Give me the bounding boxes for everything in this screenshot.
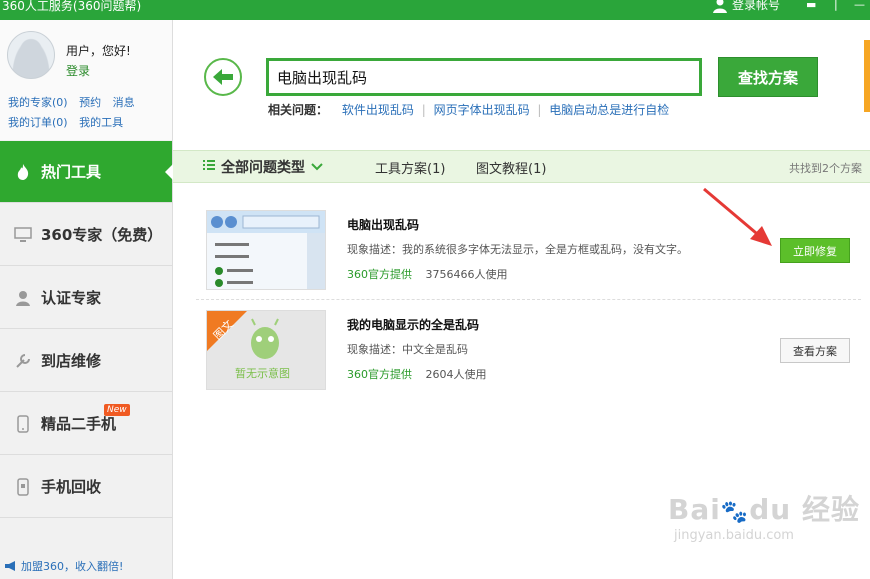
filter-bar: 全部问题类型 工具方案(1) 图文教程(1) 共找到2个方案	[173, 150, 870, 183]
window-title: 360人工服务(360问题帮)	[2, 0, 142, 13]
nav-label: 热门工具	[41, 163, 102, 181]
megaphone-icon	[5, 561, 15, 571]
related-link[interactable]: 网页字体出现乱码	[434, 103, 530, 117]
result-source: 360官方提供	[347, 368, 412, 381]
phone-icon	[14, 414, 32, 433]
result-count: 共找到2个方案	[789, 162, 862, 175]
search-button[interactable]: 查找方案	[718, 57, 818, 97]
nav-secondhand-phone[interactable]: 精品二手机 New	[0, 393, 172, 455]
result-users: 2604人使用	[425, 368, 487, 381]
wrench-icon	[14, 352, 32, 370]
title-bar: 360人工服务(360问题帮) 登录帐号 ▬ | —	[0, 0, 870, 20]
join-text: 加盟360，收入翻倍!	[21, 560, 124, 573]
my-tools-link[interactable]: 我的工具	[79, 116, 123, 129]
login-link[interactable]: 登录	[66, 62, 90, 79]
sidebar: 用户，您好! 登录 我的专家(0) 预约 消息 我的订单(0) 我的工具 热门工…	[0, 20, 173, 579]
nav-store-repair[interactable]: 到店维修	[0, 330, 172, 392]
login-account-label: 登录帐号	[732, 0, 781, 12]
monitor-icon	[14, 226, 32, 244]
messages-link[interactable]: 消息	[113, 96, 135, 109]
arrow-left-icon	[213, 69, 233, 85]
nav-certified-expert[interactable]: 认证专家	[0, 267, 172, 329]
separator-icon: |	[834, 0, 838, 11]
nav-label: 360专家（免费）	[41, 226, 163, 244]
menu-icon[interactable]: ▬	[806, 0, 816, 11]
separator: |	[421, 103, 426, 117]
related-questions: 相关问题： 软件出现乱码 | 网页字体出现乱码 | 电脑启动总是进行自检	[268, 101, 669, 118]
nav-label: 到店维修	[41, 352, 102, 370]
related-link[interactable]: 软件出现乱码	[342, 103, 414, 117]
annotation-arrow-icon	[703, 187, 772, 246]
result-thumbnail	[206, 210, 326, 290]
result-meta: 360官方提供 3756466人使用	[347, 266, 508, 282]
result-title[interactable]: 我的电脑显示的全是乱码	[347, 316, 479, 333]
nav-label: 认证专家	[41, 289, 102, 307]
nav-label: 精品二手机	[41, 415, 117, 433]
nav-360-expert[interactable]: 360专家（免费）	[0, 204, 172, 266]
search-input[interactable]	[266, 58, 702, 96]
minimize-icon[interactable]: —	[854, 0, 865, 11]
all-types-dropdown[interactable]: 全部问题类型	[203, 157, 323, 177]
user-links-row1: 我的专家(0) 预约 消息	[8, 94, 143, 110]
tab-tutorial[interactable]: 图文教程(1)	[476, 158, 546, 177]
new-badge: New	[104, 404, 130, 416]
back-button[interactable]	[204, 58, 242, 96]
user-greeting: 用户，您好!	[66, 44, 131, 58]
user-icon	[713, 0, 727, 13]
nav-phone-recycle[interactable]: 手机回收	[0, 456, 172, 518]
list-icon	[203, 159, 215, 175]
my-experts-link[interactable]: 我的专家(0)	[8, 96, 68, 109]
nav-label: 手机回收	[41, 478, 102, 496]
user-links-row2: 我的订单(0) 我的工具	[8, 114, 131, 130]
result-users: 3756466人使用	[425, 268, 508, 281]
my-orders-link[interactable]: 我的订单(0)	[8, 116, 68, 129]
result-item: 图文 暂无示意图 我的电脑显示的全是乱码 现象描述：中文全是乱码 360官方提供…	[196, 300, 861, 395]
avatar[interactable]	[7, 31, 55, 79]
related-link[interactable]: 电脑启动总是进行自检	[549, 103, 669, 117]
side-banner-edge[interactable]	[864, 40, 870, 112]
result-title[interactable]: 电脑出现乱码	[347, 216, 419, 233]
view-solution-button[interactable]: 查看方案	[780, 338, 850, 363]
separator: |	[537, 103, 542, 117]
result-thumbnail: 图文 暂无示意图	[206, 310, 326, 390]
all-types-label: 全部问题类型	[221, 160, 305, 176]
tab-tools[interactable]: 工具方案(1)	[375, 158, 445, 177]
result-description: 现象描述：中文全是乱码	[347, 343, 468, 356]
result-meta: 360官方提供 2604人使用	[347, 366, 487, 382]
appointment-link[interactable]: 预约	[79, 96, 101, 109]
nav-hot-tools[interactable]: 热门工具	[0, 141, 173, 203]
fire-icon	[14, 163, 32, 181]
person-icon	[14, 289, 32, 307]
result-source: 360官方提供	[347, 268, 412, 281]
no-image-text: 暂无示意图	[235, 366, 290, 380]
baidu-watermark: Bai🐾du 经验 jingyan.baidu.com	[668, 493, 860, 543]
related-label: 相关问题：	[268, 103, 329, 117]
login-account-button[interactable]: 登录帐号	[712, 0, 780, 13]
join-link[interactable]: 加盟360，收入翻倍!	[4, 558, 123, 574]
chevron-down-icon	[311, 159, 323, 175]
user-panel: 用户，您好! 登录 我的专家(0) 预约 消息 我的订单(0) 我的工具	[0, 20, 172, 140]
result-description: 现象描述：我的系统很多字体无法显示，全是方框或乱码，没有文字。	[347, 243, 688, 256]
fix-now-button[interactable]: 立即修复	[780, 238, 850, 263]
recycle-phone-icon	[14, 477, 32, 496]
